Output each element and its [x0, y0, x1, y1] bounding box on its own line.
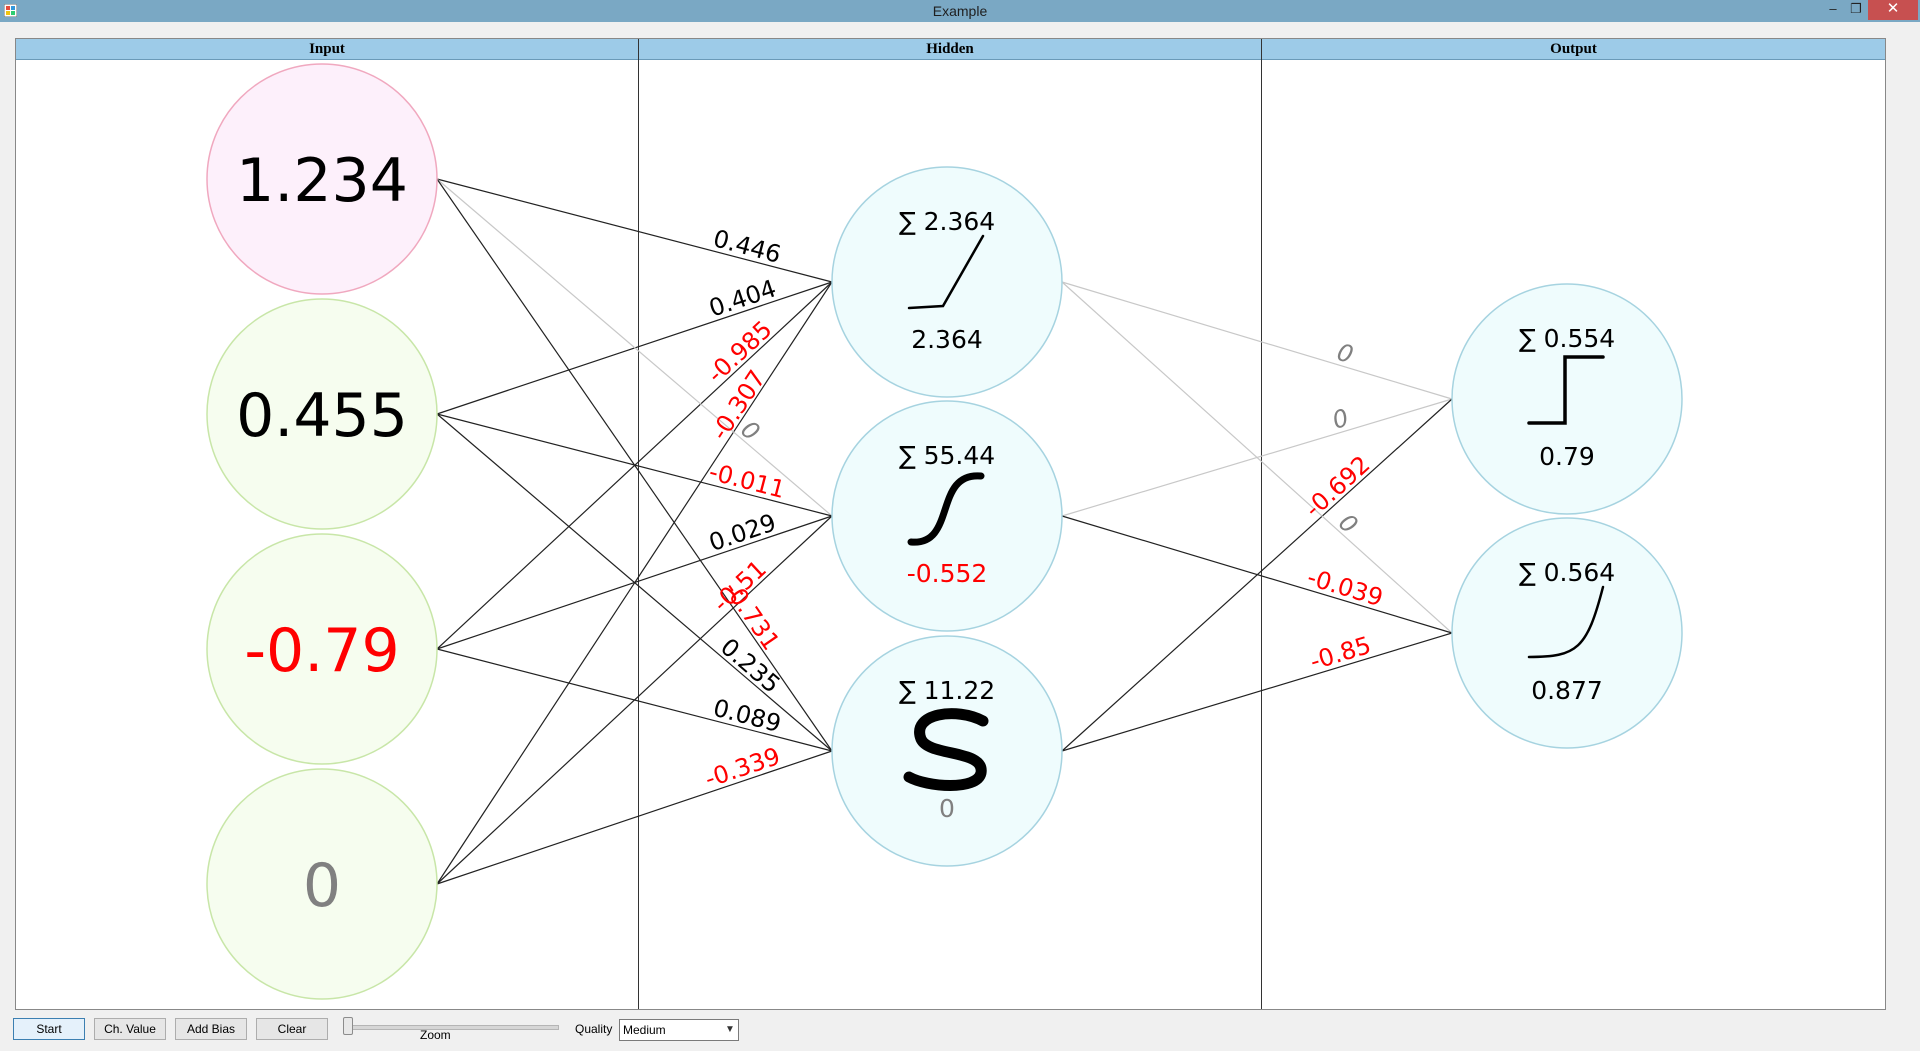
- zoom-slider[interactable]: [347, 1025, 559, 1030]
- quality-select[interactable]: Medium ▼: [619, 1019, 739, 1041]
- hidden-node-sum: ∑ 55.44: [899, 441, 995, 470]
- hidden-node-output: 2.364: [911, 325, 983, 354]
- output-node-sum: ∑ 0.554: [1519, 324, 1615, 353]
- start-button[interactable]: Start: [13, 1018, 85, 1040]
- output-node-output: 0.877: [1531, 676, 1603, 705]
- input-node-value: 0: [303, 851, 341, 921]
- hidden-node-sum: ∑ 11.22: [899, 676, 995, 705]
- weight-label: -0.85: [1307, 631, 1375, 676]
- weight-label: 0.404: [706, 274, 780, 322]
- output-node: [1451, 517, 1683, 749]
- minimize-button[interactable]: –: [1822, 0, 1844, 20]
- input-node-value: 1.234: [236, 146, 408, 216]
- weight-label: -0.692: [1299, 450, 1375, 523]
- hidden-node: [831, 400, 1063, 632]
- title-bar: Example – ❐ ✕: [0, 0, 1920, 22]
- output-node: [1451, 283, 1683, 515]
- hidden-node-sum: ∑ 2.364: [899, 207, 995, 236]
- connection-line: [1061, 281, 1453, 634]
- connection-line: [1061, 281, 1453, 400]
- chevron-down-icon: ▼: [725, 1024, 735, 1035]
- input-node-value: -0.79: [244, 616, 399, 686]
- weight-label: 0.029: [706, 508, 780, 556]
- network-graph: 0.4460.404-0.985-0.3070-0.0110.029-0.51-…: [206, 63, 1683, 1000]
- hidden-node-output: 0: [939, 794, 955, 823]
- connection-line: [1061, 632, 1453, 752]
- restore-button[interactable]: ❐: [1845, 0, 1867, 20]
- close-button[interactable]: ✕: [1868, 0, 1918, 20]
- network-canvas: Input Hidden Output 0.446 0.404 -0.985 -0.3…: [15, 38, 1886, 1010]
- zoom-label: Zoom: [420, 1028, 451, 1042]
- add-bias-button[interactable]: Add Bias: [175, 1018, 247, 1040]
- weight-label: 0: [1329, 403, 1352, 434]
- zoom-slider-thumb[interactable]: [343, 1017, 353, 1035]
- weight-label: 0: [1333, 508, 1363, 539]
- window-title: Example: [932, 3, 988, 19]
- weight-label: -0.011: [706, 458, 788, 504]
- hidden-node: [831, 166, 1063, 398]
- connection-line: [1061, 515, 1453, 634]
- input-node-value: 0.455: [236, 381, 408, 451]
- weight-label: -0.039: [1304, 563, 1386, 612]
- quality-label: Quality: [575, 1022, 613, 1036]
- output-node-sum: ∑ 0.564: [1519, 558, 1615, 587]
- weight-label: 0.446: [710, 224, 784, 268]
- clear-button[interactable]: Clear: [256, 1018, 328, 1040]
- weight-label: -0.339: [701, 742, 783, 793]
- output-node-output: 0.79: [1539, 442, 1595, 471]
- change-value-button[interactable]: Ch. Value: [94, 1018, 166, 1040]
- quality-value: Medium: [623, 1023, 666, 1037]
- weight-label: 0: [1334, 338, 1357, 369]
- hidden-node-output: -0.552: [907, 559, 988, 588]
